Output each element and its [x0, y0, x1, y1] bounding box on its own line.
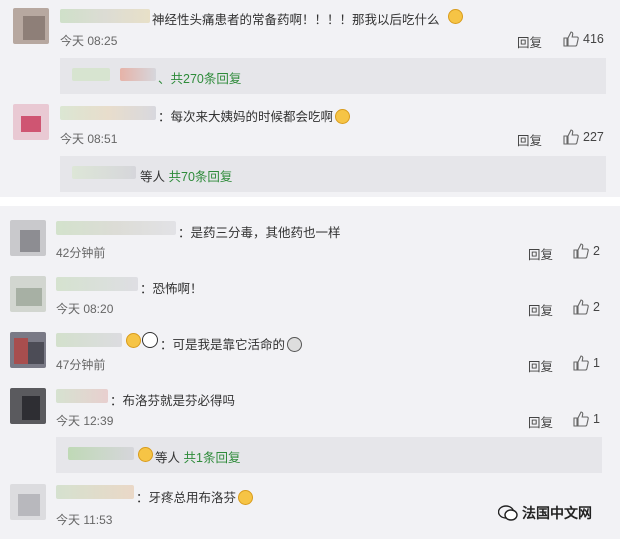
- like-button[interactable]: 2: [573, 243, 600, 259]
- watermark: 法国中文网: [498, 503, 592, 523]
- replier-blurred: [72, 68, 110, 81]
- avatar[interactable]: [10, 484, 46, 520]
- reply-button[interactable]: 回复: [517, 32, 542, 51]
- comment-time: 42分钟前: [56, 246, 106, 260]
- thumbs-up-icon: [573, 411, 589, 427]
- comment-text: ：是药三分毒，其他药也一样: [178, 226, 341, 240]
- username-blurred[interactable]: [56, 221, 176, 235]
- crying-emoji-icon: [335, 109, 351, 124]
- more-replies-link[interactable]: 等人 共1条回复: [155, 447, 240, 466]
- reply-button[interactable]: 回复: [528, 412, 553, 431]
- heart-eyes-emoji-icon: [126, 333, 141, 348]
- username-blurred[interactable]: [56, 333, 122, 347]
- like-count: 2: [593, 244, 600, 258]
- thumbs-up-icon: [563, 129, 579, 145]
- comment-text: ：布洛芬就是芬必得吗: [110, 394, 236, 408]
- like-button[interactable]: 416: [563, 31, 604, 47]
- reply-button[interactable]: 回复: [517, 130, 542, 149]
- wechat-logo-icon: [498, 505, 518, 521]
- comment-text: ：可是我是靠它活命的: [160, 334, 303, 353]
- reply-button[interactable]: 回复: [528, 300, 553, 319]
- like-button[interactable]: 2: [573, 299, 600, 315]
- like-count: 1: [593, 356, 600, 370]
- comment-time: 47分钟前: [56, 358, 106, 372]
- smiley-icon: [448, 9, 463, 24]
- avatar[interactable]: [10, 388, 46, 424]
- avatar[interactable]: [10, 276, 46, 312]
- username-blurred[interactable]: [60, 106, 156, 120]
- comment-time: 今天 08:25: [60, 34, 118, 48]
- comment-time: 今天 11:53: [56, 513, 113, 527]
- avatar[interactable]: [10, 220, 46, 256]
- watermark-text: 法国中文网: [522, 505, 592, 521]
- panda-emoji-icon: [142, 332, 158, 348]
- reply-button[interactable]: 回复: [528, 244, 553, 263]
- thumbs-up-icon: [573, 355, 589, 371]
- like-count: 1: [593, 412, 600, 426]
- more-replies-link[interactable]: 、共270条回复: [158, 68, 241, 87]
- like-count: 416: [583, 32, 604, 46]
- like-count: 2: [593, 300, 600, 314]
- comment-time: 今天 12:39: [56, 414, 114, 428]
- username-blurred[interactable]: [56, 485, 134, 499]
- comment-time: 今天 08:51: [60, 132, 118, 146]
- like-button[interactable]: 1: [573, 355, 600, 371]
- comment-text: 神经性头痛患者的常备药啊！！！！那我以后吃什么: [152, 13, 440, 27]
- replier-blurred: [68, 447, 134, 460]
- comment-time: 今天 08:20: [56, 302, 114, 316]
- thumbs-up-icon: [563, 31, 579, 47]
- laughing-emoji-icon: [238, 490, 254, 505]
- replier-blurred: [72, 166, 136, 179]
- comment-text: ：恐怖啊！: [140, 282, 203, 296]
- thumbs-up-icon: [573, 299, 589, 315]
- reply-button[interactable]: 回复: [528, 356, 553, 375]
- comment-text: ：每次来大姨妈的时候都会吃啊: [158, 106, 351, 125]
- avatar[interactable]: [13, 8, 49, 44]
- more-replies-link[interactable]: 等人 共70条回复: [140, 166, 232, 185]
- panel-divider: [0, 197, 620, 206]
- username-blurred[interactable]: [56, 389, 108, 403]
- avatar[interactable]: [10, 332, 46, 368]
- username-blurred[interactable]: [56, 277, 138, 291]
- face-emoji-icon: [287, 337, 303, 352]
- heart-eyes-emoji-icon: [138, 447, 153, 462]
- username-blurred[interactable]: [60, 9, 150, 23]
- replier-blurred: [120, 68, 156, 81]
- avatar[interactable]: [13, 104, 49, 140]
- comment-text: ：牙疼总用布洛芬: [136, 487, 254, 506]
- thumbs-up-icon: [573, 243, 589, 259]
- like-button[interactable]: 1: [573, 411, 600, 427]
- like-count: 227: [583, 130, 604, 144]
- like-button[interactable]: 227: [563, 129, 604, 145]
